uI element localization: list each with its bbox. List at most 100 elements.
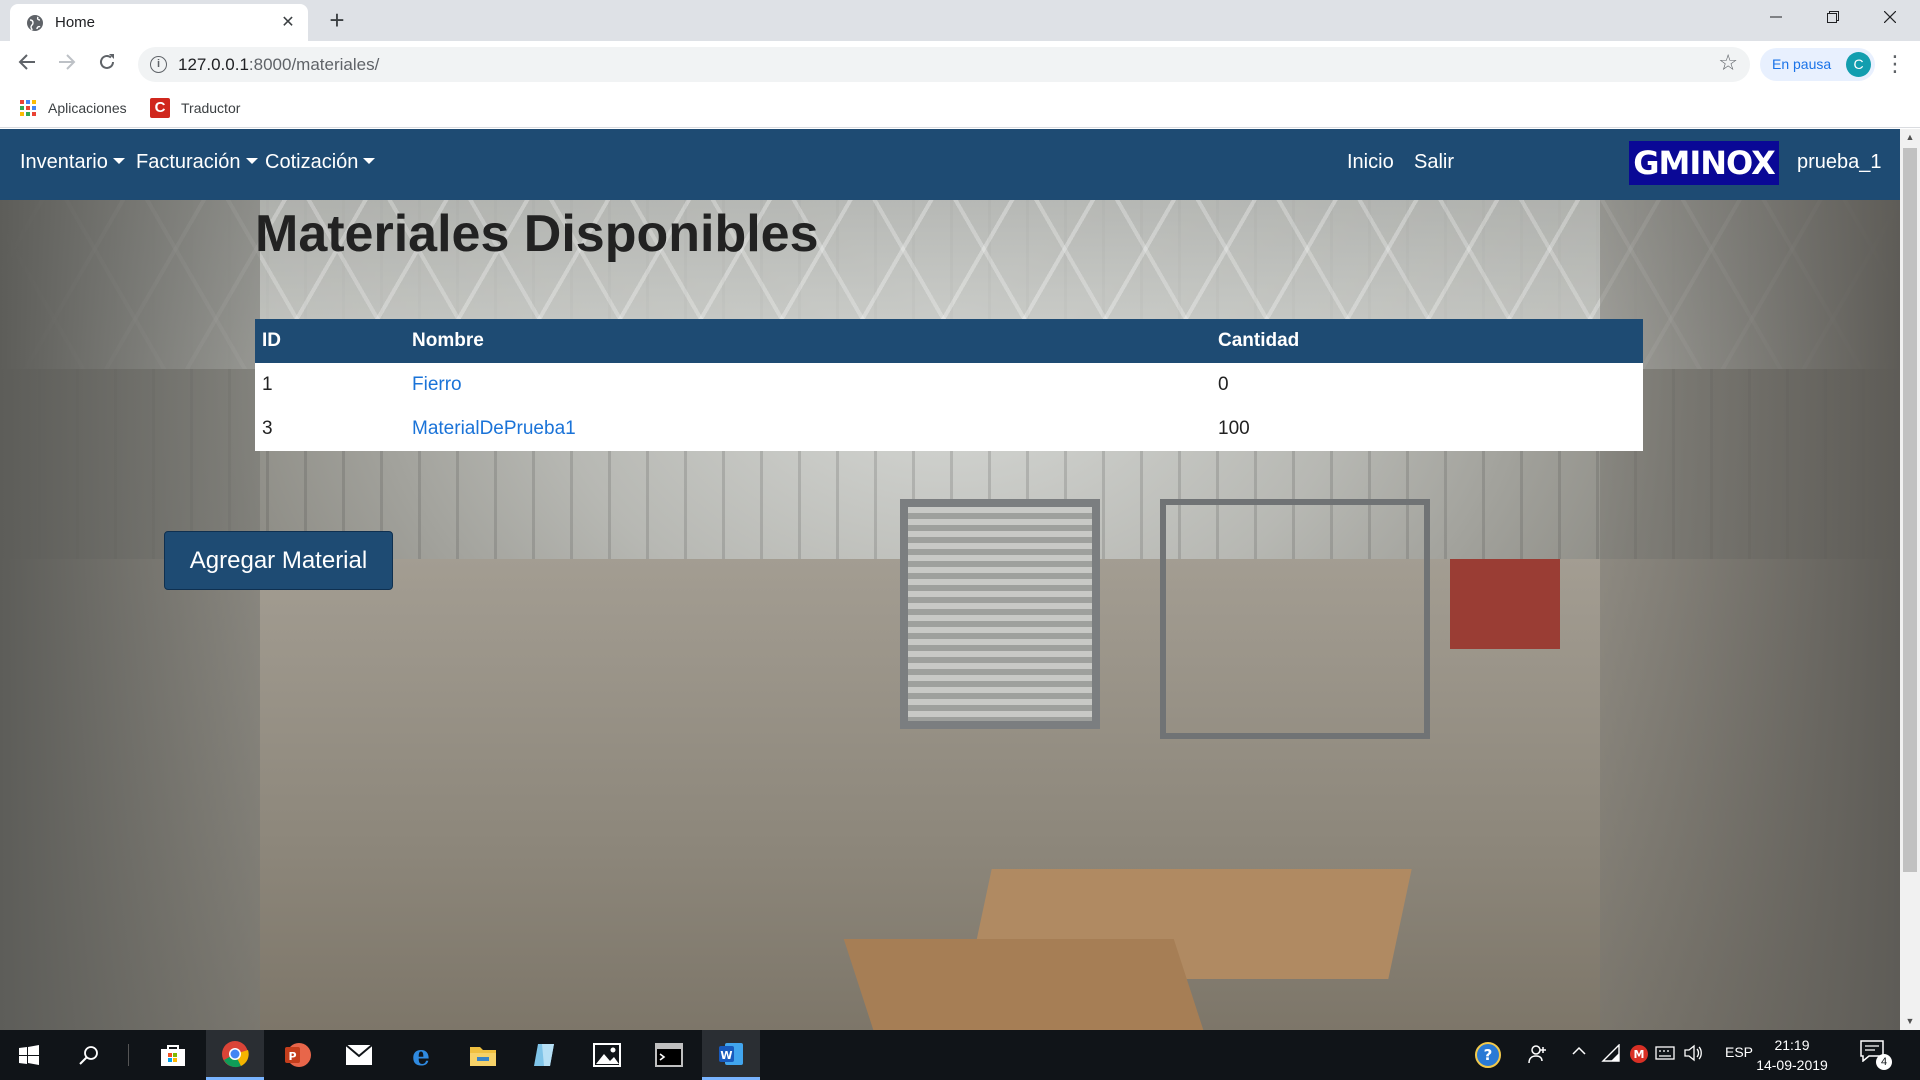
app-navbar: Inventario Facturación Cotización Inicio… (0, 129, 1900, 200)
store-icon[interactable] (144, 1030, 202, 1080)
add-material-button[interactable]: Agregar Material (164, 531, 393, 590)
minimize-window-button[interactable] (1746, 0, 1806, 40)
nav-menu-inventario[interactable]: Inventario (20, 151, 125, 174)
close-tab-icon[interactable]: ✕ (278, 13, 298, 33)
notification-count-badge: 4 (1876, 1054, 1892, 1070)
mail-icon[interactable] (330, 1030, 388, 1080)
info-icon[interactable]: i (150, 56, 167, 73)
clock-time: 21:19 (1774, 1037, 1810, 1053)
file-explorer-icon[interactable] (454, 1030, 512, 1080)
svg-text:?: ? (1484, 1046, 1493, 1064)
arrow-left-icon (18, 54, 35, 70)
scroll-up-icon[interactable]: ▲ (1900, 129, 1920, 146)
table-header-row: ID Nombre Cantidad (255, 319, 1643, 363)
cell-cantidad: 100 (1211, 407, 1643, 451)
sticky-app-icon[interactable] (516, 1030, 574, 1080)
minimize-icon (1770, 16, 1782, 18)
bookmark-apps[interactable]: Aplicaciones (20, 94, 127, 122)
svg-text:W: W (720, 1049, 732, 1062)
bookmarks-bar: Aplicaciones C Traductor (0, 88, 1920, 128)
chrome-icon[interactable] (206, 1030, 264, 1080)
apps-grid-icon (20, 100, 36, 116)
taskbar-separator (128, 1044, 129, 1066)
page-viewport: Inventario Facturación Cotización Inicio… (0, 129, 1900, 1030)
cell-id: 3 (255, 407, 405, 451)
nav-menu-label: Inventario (20, 151, 108, 173)
bookmark-label: Traductor (181, 100, 241, 116)
caret-down-icon (245, 158, 258, 165)
material-name-link[interactable]: Fierro (405, 363, 1211, 407)
bookmark-translator[interactable]: C Traductor (150, 94, 240, 122)
svg-text:P: P (288, 1050, 296, 1063)
chevron-up-icon[interactable] (1571, 1043, 1587, 1062)
table-row: 1 Fierro 0 (255, 363, 1643, 407)
windows-start-icon[interactable] (0, 1030, 58, 1080)
wifi-icon[interactable] (1601, 1043, 1621, 1065)
volume-icon[interactable] (1683, 1044, 1703, 1065)
windows-taskbar: P e W ? M ESP 21:19 14-09-2019 4 (0, 1030, 1920, 1080)
caret-down-icon (112, 158, 125, 165)
browser-tab-home[interactable]: Home ✕ (10, 4, 308, 41)
edge-icon[interactable]: e (392, 1030, 450, 1080)
gmail-notifier-icon[interactable]: M (1629, 1044, 1649, 1067)
column-header-cantidad: Cantidad (1218, 330, 1300, 351)
cell-id: 1 (255, 363, 405, 407)
scroll-down-icon[interactable]: ▼ (1900, 1013, 1920, 1030)
cell-cantidad: 0 (1211, 363, 1643, 407)
back-button[interactable] (11, 48, 43, 80)
tab-title: Home (55, 14, 96, 31)
table-row: 3 MaterialDePrueba1 100 (255, 407, 1643, 451)
avatar: C (1846, 52, 1871, 77)
help-icon[interactable]: ? (1474, 1041, 1502, 1072)
terminal-icon[interactable] (640, 1030, 698, 1080)
nav-link-salir[interactable]: Salir (1414, 151, 1454, 174)
translator-icon: C (150, 98, 170, 118)
new-tab-button[interactable]: + (322, 6, 352, 36)
caret-down-icon (363, 158, 376, 165)
profile-status-label: En pausa (1772, 56, 1832, 72)
keyboard-ime-icon[interactable] (1655, 1044, 1675, 1065)
forward-button[interactable] (51, 48, 83, 80)
url-path: :8000/materiales/ (248, 55, 380, 74)
page-title: Materiales Disponibles (255, 205, 819, 263)
reload-button[interactable] (91, 48, 123, 80)
nav-menu-cotizacion[interactable]: Cotización (265, 151, 376, 174)
restore-window-button[interactable] (1803, 0, 1863, 40)
browser-toolbar: i 127.0.0.1:8000/materiales/ ☆ En pausa … (0, 41, 1920, 88)
nav-username: prueba_1 (1797, 151, 1882, 173)
arrow-right-icon (59, 54, 76, 70)
nav-menu-facturacion[interactable]: Facturación (136, 151, 258, 174)
search-icon[interactable] (60, 1030, 118, 1080)
column-header-id: ID (262, 330, 281, 351)
system-clock[interactable]: 21:19 14-09-2019 (1750, 1035, 1834, 1075)
people-icon[interactable] (1528, 1044, 1548, 1067)
close-icon (1883, 10, 1897, 24)
clock-date: 14-09-2019 (1756, 1057, 1828, 1073)
column-header-nombre: Nombre (412, 330, 484, 351)
browser-tab-strip: Home ✕ + (0, 0, 1920, 41)
brand-logo[interactable]: GMINOX (1629, 141, 1779, 185)
profile-button[interactable]: En pausa C (1760, 48, 1875, 81)
reload-icon (100, 54, 114, 69)
language-indicator[interactable]: ESP (1725, 1044, 1753, 1060)
nav-link-inicio[interactable]: Inicio (1347, 151, 1394, 174)
svg-text:M: M (1634, 1048, 1645, 1061)
scrollbar-thumb[interactable] (1903, 148, 1917, 872)
powerpoint-icon[interactable]: P (268, 1030, 326, 1080)
svg-text:e: e (412, 1042, 430, 1068)
restore-icon (1827, 11, 1839, 23)
action-center-button[interactable]: 4 (1860, 1040, 1892, 1070)
nav-menu-label: Cotización (265, 151, 359, 173)
photos-icon[interactable] (578, 1030, 636, 1080)
material-name-link[interactable]: MaterialDePrueba1 (405, 407, 1211, 451)
page-scrollbar[interactable]: ▲ ▼ (1900, 129, 1920, 1030)
close-window-button[interactable] (1860, 0, 1920, 40)
word-icon[interactable]: W (702, 1030, 760, 1080)
browser-menu-icon[interactable]: ⋮ (1880, 49, 1910, 81)
bookmark-label: Aplicaciones (48, 100, 127, 116)
address-bar[interactable]: i 127.0.0.1:8000/materiales/ ☆ (138, 47, 1750, 82)
nav-menu-label: Facturación (136, 151, 241, 173)
materials-table: ID Nombre Cantidad 1 Fierro 0 3 Material… (255, 319, 1643, 451)
bookmark-star-icon[interactable]: ☆ (1718, 50, 1738, 76)
url-host: 127.0.0.1 (178, 55, 249, 74)
